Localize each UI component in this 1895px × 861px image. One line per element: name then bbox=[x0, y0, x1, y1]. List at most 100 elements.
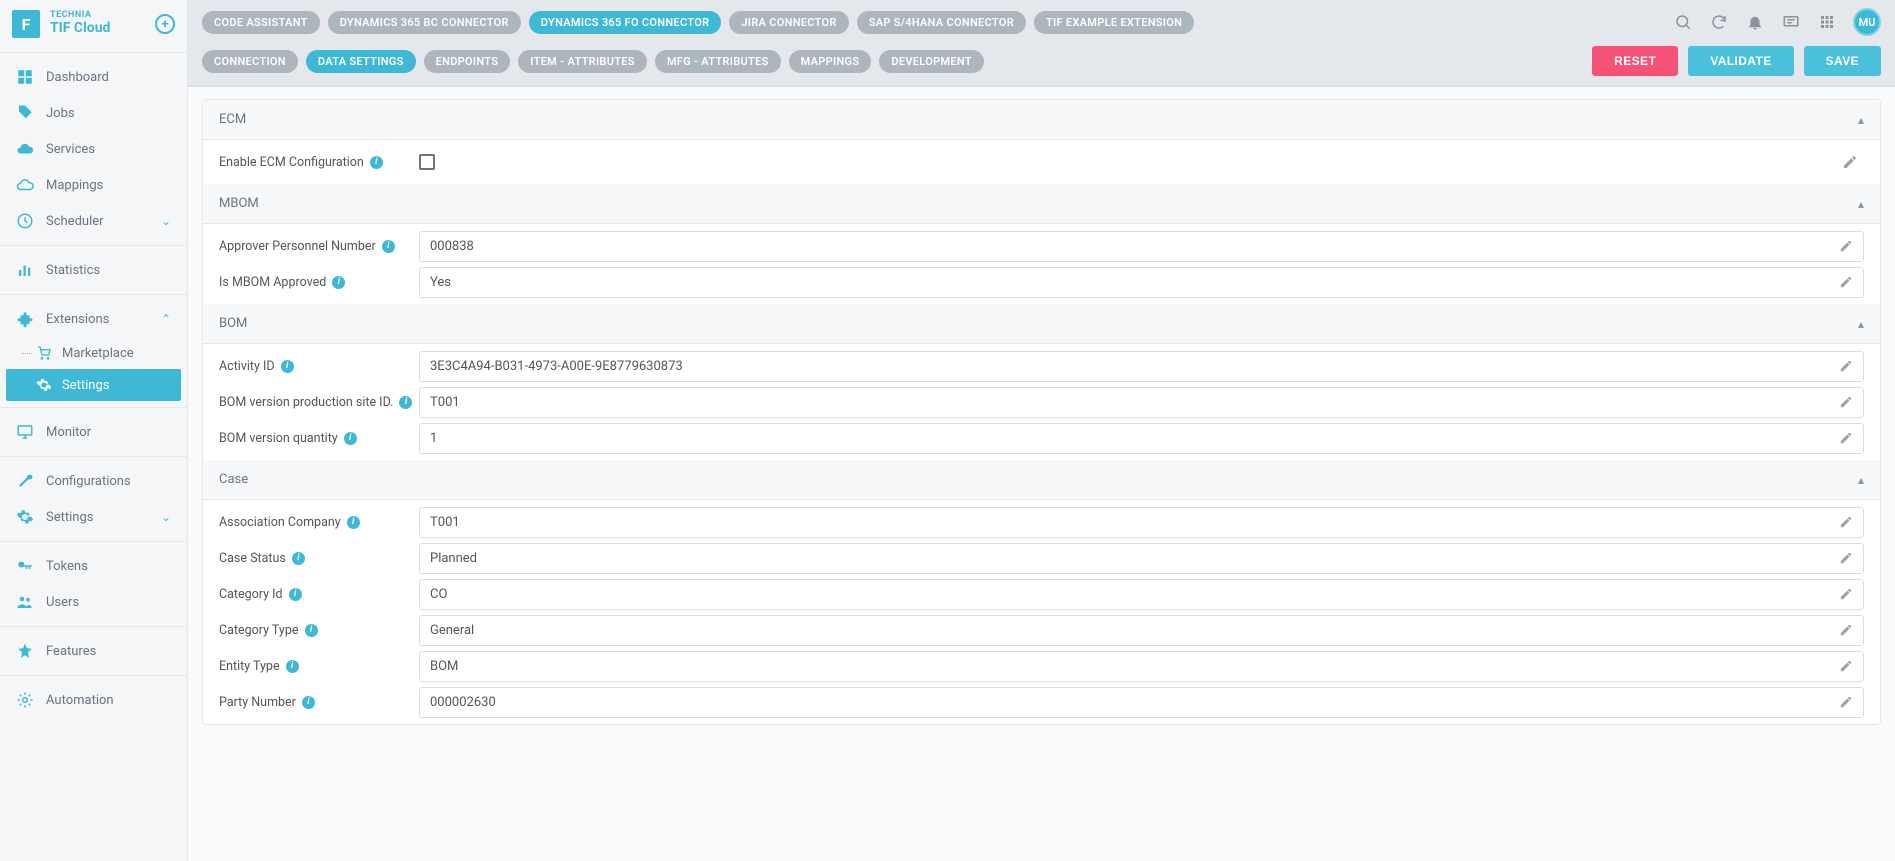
apps-icon[interactable] bbox=[1817, 12, 1837, 32]
sidebar-item-tokens[interactable]: Tokens bbox=[0, 548, 187, 584]
sidebar-item-label: Configurations bbox=[46, 474, 131, 489]
sidebar-item-label: Mappings bbox=[46, 178, 103, 193]
info-icon[interactable]: i bbox=[289, 588, 302, 601]
field-label: Association Company i bbox=[219, 507, 419, 538]
field-label: Entity Type i bbox=[219, 651, 419, 682]
edit-icon[interactable] bbox=[1839, 431, 1853, 445]
bom-quantity-input[interactable]: 1 bbox=[419, 423, 1864, 454]
brand-product: TIF Cloud bbox=[50, 21, 155, 36]
edit-icon[interactable] bbox=[1839, 275, 1853, 289]
sidebar-sub-settings[interactable]: Settings bbox=[6, 369, 181, 401]
info-icon[interactable]: i bbox=[344, 432, 357, 445]
info-icon[interactable]: i bbox=[382, 240, 395, 253]
sidebar-item-label: Users bbox=[46, 595, 79, 610]
edit-icon[interactable] bbox=[1839, 359, 1853, 373]
sidebar-item-scheduler[interactable]: Scheduler ⌄ bbox=[0, 203, 187, 239]
info-icon[interactable]: i bbox=[302, 696, 315, 709]
sidebar-item-features[interactable]: Features bbox=[0, 633, 187, 669]
collapse-icon: ▴ bbox=[1858, 473, 1864, 487]
reset-button[interactable]: RESET bbox=[1592, 46, 1678, 76]
user-avatar[interactable]: MU bbox=[1853, 8, 1881, 36]
sidebar-item-monitor[interactable]: Monitor bbox=[0, 414, 187, 450]
section-header-mbom[interactable]: MBOM ▴ bbox=[203, 184, 1880, 224]
sidebar-item-jobs[interactable]: Jobs bbox=[0, 95, 187, 131]
sub-tab-item-attributes[interactable]: ITEM - ATTRIBUTES bbox=[518, 50, 647, 73]
top-tab-d365fo[interactable]: DYNAMICS 365 FO CONNECTOR bbox=[529, 11, 722, 34]
field-value: Planned bbox=[430, 551, 477, 566]
entity-type-input[interactable]: BOM bbox=[419, 651, 1864, 682]
section-header-ecm[interactable]: ECM ▴ bbox=[203, 100, 1880, 140]
category-type-input[interactable]: General bbox=[419, 615, 1864, 646]
sub-tab-connection[interactable]: CONNECTION bbox=[202, 50, 298, 73]
sub-tab-data-settings[interactable]: DATA SETTINGS bbox=[306, 50, 416, 73]
validate-button[interactable]: VALIDATE bbox=[1688, 46, 1793, 76]
section-header-case[interactable]: Case ▴ bbox=[203, 460, 1880, 500]
field-value: CO bbox=[430, 587, 447, 602]
top-tab-code-assistant[interactable]: CODE ASSISTANT bbox=[202, 11, 320, 34]
section-header-bom[interactable]: BOM ▴ bbox=[203, 304, 1880, 344]
logo-text: TECHNIA TIF Cloud bbox=[50, 11, 155, 36]
bom-site-id-input[interactable]: T001 bbox=[419, 387, 1864, 418]
edit-icon[interactable] bbox=[1842, 154, 1864, 170]
info-icon[interactable]: i bbox=[347, 516, 360, 529]
top-tab-d365bc[interactable]: DYNAMICS 365 BC CONNECTOR bbox=[328, 11, 521, 34]
info-icon[interactable]: i bbox=[305, 624, 318, 637]
refresh-icon[interactable] bbox=[1709, 12, 1729, 32]
info-icon[interactable]: i bbox=[286, 660, 299, 673]
sub-tab-mappings[interactable]: MAPPINGS bbox=[789, 50, 872, 73]
activity-id-input[interactable]: 3E3C4A94-B031-4973-A00E-9E8779630873 bbox=[419, 351, 1864, 382]
sidebar-item-extensions[interactable]: Extensions ⌃ bbox=[0, 301, 187, 337]
edit-icon[interactable] bbox=[1839, 659, 1853, 673]
edit-icon[interactable] bbox=[1839, 623, 1853, 637]
sidebar-item-label: Marketplace bbox=[62, 346, 134, 361]
field-label: BOM version quantity i bbox=[219, 423, 419, 454]
sub-tab-mfg-attributes[interactable]: MFG - ATTRIBUTES bbox=[655, 50, 781, 73]
association-company-input[interactable]: T001 bbox=[419, 507, 1864, 538]
bell-icon[interactable] bbox=[1745, 12, 1765, 32]
info-icon[interactable]: i bbox=[399, 396, 412, 409]
sidebar-item-settings[interactable]: Settings ⌄ bbox=[0, 499, 187, 535]
sidebar-item-services[interactable]: Services bbox=[0, 131, 187, 167]
top-tab-example[interactable]: TIF EXAMPLE EXTENSION bbox=[1034, 11, 1194, 34]
sidebar-item-automation[interactable]: Automation bbox=[0, 682, 187, 718]
approver-personnel-input[interactable]: 000838 bbox=[419, 231, 1864, 262]
save-button[interactable]: SAVE bbox=[1804, 46, 1881, 76]
key-icon bbox=[16, 557, 34, 575]
case-status-input[interactable]: Planned bbox=[419, 543, 1864, 574]
content-area: ECM ▴ Enable ECM Configuration i bbox=[188, 87, 1895, 861]
info-icon[interactable]: i bbox=[332, 276, 345, 289]
sidebar-sub-marketplace[interactable]: Marketplace bbox=[0, 337, 187, 369]
info-icon[interactable]: i bbox=[281, 360, 294, 373]
message-icon[interactable] bbox=[1781, 12, 1801, 32]
sidebar-item-users[interactable]: Users bbox=[0, 584, 187, 620]
sidebar-item-mappings[interactable]: Mappings bbox=[0, 167, 187, 203]
info-icon[interactable]: i bbox=[370, 156, 383, 169]
sidebar-item-dashboard[interactable]: Dashboard bbox=[0, 59, 187, 95]
party-number-input[interactable]: 000002630 bbox=[419, 687, 1864, 718]
search-icon[interactable] bbox=[1673, 12, 1693, 32]
field-value: 000838 bbox=[430, 239, 474, 254]
sidebar-item-statistics[interactable]: Statistics bbox=[0, 252, 187, 288]
logo-badge: F bbox=[12, 10, 40, 38]
is-mbom-approved-input[interactable]: Yes bbox=[419, 267, 1864, 298]
label-text: BOM version production site ID. bbox=[219, 395, 393, 410]
enable-ecm-checkbox[interactable] bbox=[419, 154, 435, 170]
edit-icon[interactable] bbox=[1839, 587, 1853, 601]
sidebar-item-label: Scheduler bbox=[46, 214, 104, 229]
top-tab-jira[interactable]: JIRA CONNECTOR bbox=[729, 11, 848, 34]
add-button[interactable]: + bbox=[155, 14, 175, 34]
category-id-input[interactable]: CO bbox=[419, 579, 1864, 610]
info-icon[interactable]: i bbox=[292, 552, 305, 565]
label-text: Is MBOM Approved bbox=[219, 275, 326, 290]
sub-tab-endpoints[interactable]: ENDPOINTS bbox=[424, 50, 511, 73]
edit-icon[interactable] bbox=[1839, 515, 1853, 529]
top-tab-sap[interactable]: SAP S/4HANA CONNECTOR bbox=[857, 11, 1026, 34]
edit-icon[interactable] bbox=[1839, 695, 1853, 709]
sub-tab-development[interactable]: DEVELOPMENT bbox=[879, 50, 983, 73]
edit-icon[interactable] bbox=[1839, 395, 1853, 409]
edit-icon[interactable] bbox=[1839, 239, 1853, 253]
field-label: Category Type i bbox=[219, 615, 419, 646]
edit-icon[interactable] bbox=[1839, 551, 1853, 565]
sidebar-item-configurations[interactable]: Configurations bbox=[0, 463, 187, 499]
chevron-up-icon: ⌃ bbox=[161, 312, 171, 326]
